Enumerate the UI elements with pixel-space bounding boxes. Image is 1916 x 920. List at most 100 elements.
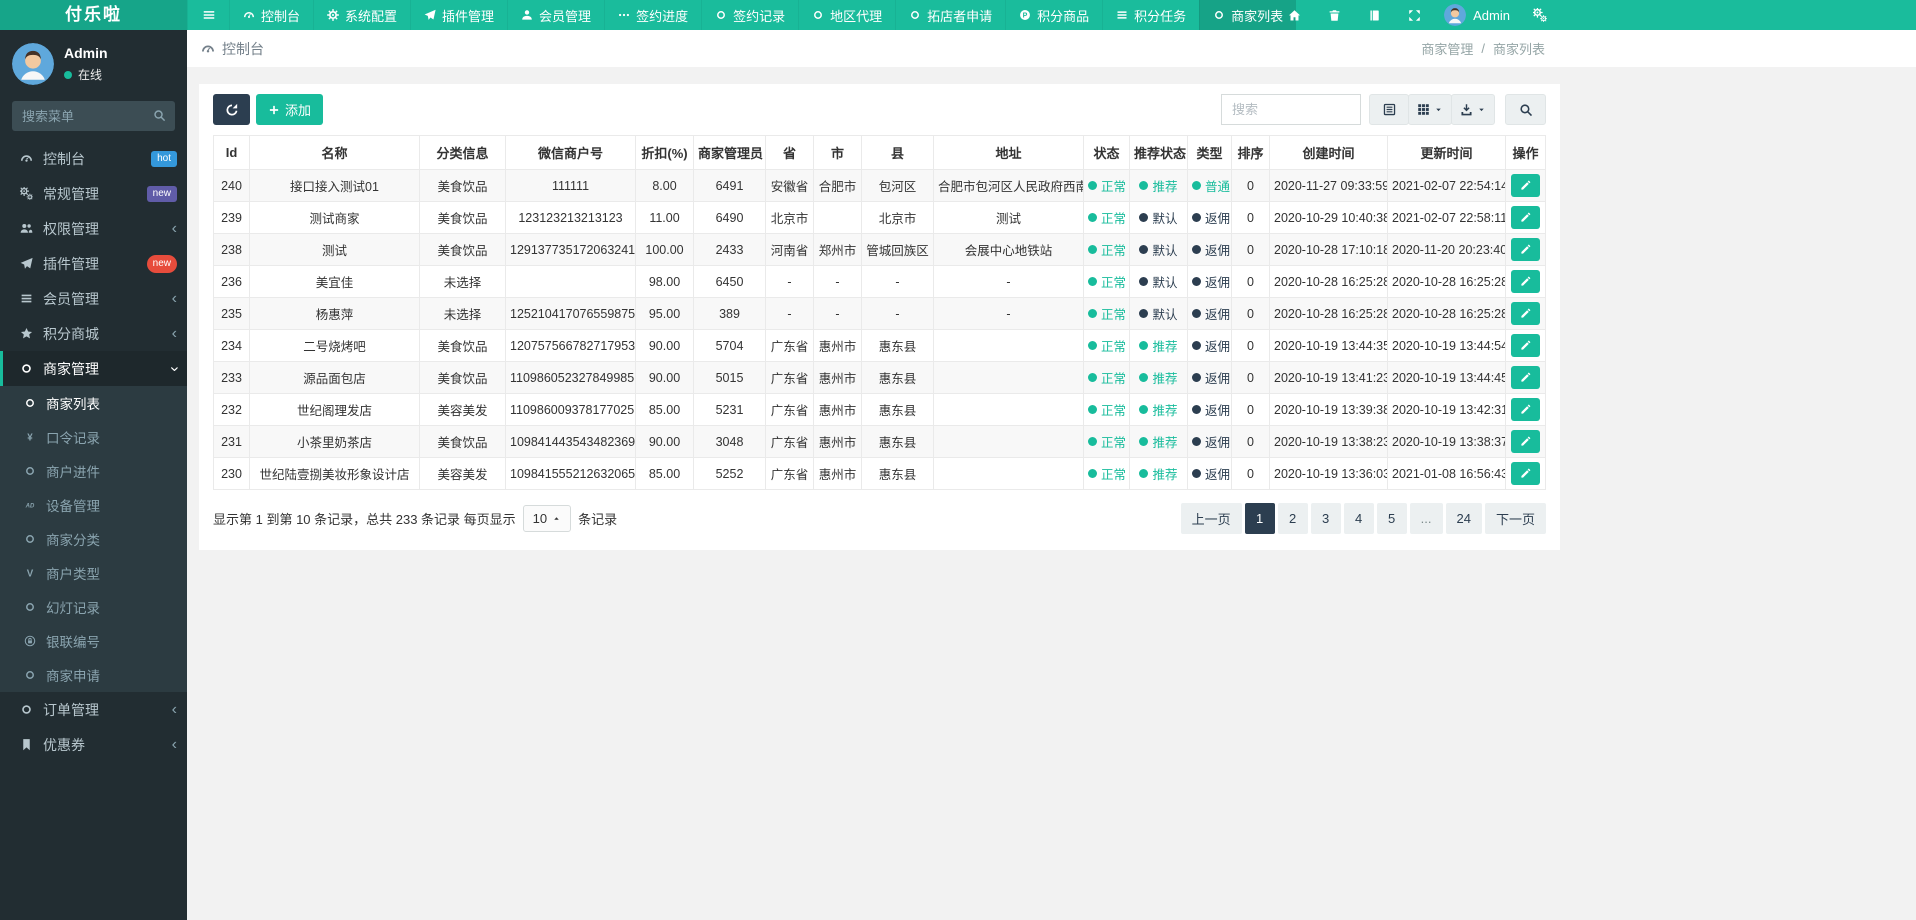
edit-button[interactable]: [1511, 398, 1540, 421]
export-button[interactable]: [1451, 94, 1495, 125]
column-header[interactable]: 类型: [1187, 135, 1232, 170]
sidebar-subitem-1[interactable]: ¥ 口令记录: [0, 420, 187, 454]
nav-item-7[interactable]: 拓店者申请: [895, 0, 1005, 30]
nav-item-3[interactable]: 会员管理: [507, 0, 604, 30]
column-header[interactable]: 更新时间: [1387, 135, 1506, 170]
sidebar-item-1[interactable]: 常规管理 new: [0, 176, 187, 211]
detail-view-button[interactable]: [1369, 94, 1409, 125]
user-icon: [522, 10, 532, 20]
column-header[interactable]: 排序: [1231, 135, 1270, 170]
edit-button[interactable]: [1511, 430, 1540, 453]
sidebar-subitem-0[interactable]: 商家列表: [0, 386, 187, 420]
table-row[interactable]: 239 测试商家 美食饮品 123123213213123 11.00 6490 北京市 北京…: [213, 201, 1546, 234]
column-header[interactable]: 市: [813, 135, 862, 170]
add-button[interactable]: 添加: [256, 94, 324, 125]
column-header[interactable]: 操作: [1505, 135, 1546, 170]
search-button[interactable]: [1505, 94, 1546, 125]
column-header[interactable]: Id: [213, 135, 250, 170]
sidebar-toggle-button[interactable]: [187, 0, 229, 30]
column-header[interactable]: 省: [765, 135, 814, 170]
edit-button[interactable]: [1511, 462, 1540, 485]
column-header[interactable]: 地址: [933, 135, 1084, 170]
prev-page-button[interactable]: 上一页: [1180, 503, 1242, 534]
table-row[interactable]: 236 美宜佳 未选择 98.00 6450- - - - 正常 默认 返佣 0 2020-10-28 …: [213, 265, 1546, 298]
sidebar-subitem-4[interactable]: 商家分类: [0, 522, 187, 556]
column-header[interactable]: 分类信息: [419, 135, 506, 170]
refresh-button[interactable]: [213, 94, 250, 125]
table-row[interactable]: 238 测试 美食饮品 129137735172063241 100.00 2433 河南省…: [213, 233, 1546, 266]
next-page-button[interactable]: 下一页: [1484, 503, 1546, 534]
page-button-5[interactable]: 5: [1376, 503, 1407, 534]
nav-item-1[interactable]: 系统配置: [313, 0, 410, 30]
sidebar-item-4[interactable]: 会员管理 ‹: [0, 281, 187, 316]
page-button-3[interactable]: 3: [1310, 503, 1341, 534]
nav-item-8[interactable]: P 积分商品: [1005, 0, 1102, 30]
page-button-1[interactable]: 1: [1244, 503, 1275, 534]
sidebar-item-0[interactable]: 控制台 hot: [0, 141, 187, 176]
status-dot-icon: [1139, 181, 1149, 190]
home-button[interactable]: [1274, 0, 1314, 30]
table-row[interactable]: 234 二号烧烤吧 美食饮品 120757566782717953 90.00 5704 广…: [213, 329, 1546, 362]
trash-button[interactable]: [1314, 0, 1354, 30]
column-header[interactable]: 创建时间: [1269, 135, 1388, 170]
edit-button[interactable]: [1511, 270, 1540, 293]
column-header[interactable]: 县: [861, 135, 934, 170]
nav-item-0[interactable]: 控制台: [229, 0, 313, 30]
edit-button[interactable]: [1511, 206, 1540, 229]
sidebar-item-8[interactable]: 优惠券 ‹: [0, 727, 187, 762]
status-dot-icon: [1139, 245, 1149, 254]
expand-button[interactable]: [1394, 0, 1434, 30]
columns-button[interactable]: [1408, 94, 1452, 125]
sidebar-subitem-8[interactable]: 商家申请: [0, 658, 187, 692]
sidebar-submenu: 商家列表 ¥ 口令记录 商户进件 AD 设备管理 商家分类 V 商户类型 幻灯记录 银联编号 商家申请: [0, 386, 187, 692]
nav-item-4[interactable]: 签约进度: [604, 0, 701, 30]
sidebar-search-input[interactable]: [12, 101, 175, 131]
sidebar: Admin 在线 控制台hot常规管理new权限管理‹插件管理new会员管理‹积…: [0, 30, 187, 920]
edit-button[interactable]: [1511, 366, 1540, 389]
sidebar-item-5[interactable]: 积分商城 ‹: [0, 316, 187, 351]
sidebar-subitem-2[interactable]: 商户进件: [0, 454, 187, 488]
page-button-2[interactable]: 2: [1277, 503, 1308, 534]
sidebar-item-6[interactable]: 商家管理 ‹: [0, 351, 187, 386]
sidebar-subitem-6[interactable]: 幻灯记录: [0, 590, 187, 624]
table-row[interactable]: 230 世纪陆壹捌美妆形象设计店 美容美发 109841555212632065 85.…: [213, 457, 1546, 490]
table-row[interactable]: 240 接口接入测试01 美食饮品 111111 8.00 6491 安徽省 合肥市 包河区 合肥…: [213, 169, 1546, 202]
table-row[interactable]: 235 杨惠萍 未选择 125210417076559875 95.00 389- - - - 正…: [213, 297, 1546, 330]
page-button-24[interactable]: 24: [1445, 503, 1482, 534]
table-row[interactable]: 231 小茶里奶茶店 美食饮品 109841443543482369 90.00 3048…: [213, 425, 1546, 458]
column-header[interactable]: 微信商户号: [505, 135, 636, 170]
edit-button[interactable]: [1511, 334, 1540, 357]
page-button-4[interactable]: 4: [1343, 503, 1374, 534]
nav-item-9[interactable]: 积分任务: [1102, 0, 1199, 30]
edit-button[interactable]: [1511, 302, 1540, 325]
table-row[interactable]: 233 源品面包店 美食饮品 110986052327849985 90.00 5015 广…: [213, 361, 1546, 394]
column-header[interactable]: 状态: [1083, 135, 1130, 170]
sidebar-subitem-3[interactable]: AD 设备管理: [0, 488, 187, 522]
nav-item-5[interactable]: 签约记录: [701, 0, 798, 30]
sidebar-item-7[interactable]: 订单管理 ‹: [0, 692, 187, 727]
column-header[interactable]: 名称: [249, 135, 420, 170]
table-row[interactable]: 232 世纪阁理发店 美容美发 110986009378177025 85.00 5231…: [213, 393, 1546, 426]
nav-item-2[interactable]: 插件管理: [410, 0, 507, 30]
user-menu[interactable]: Admin: [1434, 4, 1520, 26]
sidebar-item-3[interactable]: 插件管理 new: [0, 246, 187, 281]
sidebar-item-2[interactable]: 权限管理 ‹: [0, 211, 187, 246]
search-icon[interactable]: [153, 109, 166, 122]
column-header[interactable]: 折扣(%): [635, 135, 694, 170]
breadcrumb-parent[interactable]: 商家管理: [1421, 39, 1473, 58]
sidebar-subitem-5[interactable]: V 商户类型: [0, 556, 187, 590]
page-size-select[interactable]: 10: [522, 505, 572, 532]
page-button-...[interactable]: ...: [1409, 503, 1443, 534]
circle-icon: [814, 11, 823, 19]
nav-item-6[interactable]: 地区代理: [798, 0, 895, 30]
table-search-input[interactable]: [1221, 94, 1361, 125]
column-header[interactable]: 商家管理员: [693, 135, 766, 170]
settings-button[interactable]: [1520, 0, 1560, 30]
book-button[interactable]: [1354, 0, 1394, 30]
edit-button[interactable]: [1511, 174, 1540, 197]
brand-logo[interactable]: 付乐啦: [0, 0, 187, 30]
sidebar-subitem-7[interactable]: 银联编号: [0, 624, 187, 658]
status-badge: 正常: [1088, 464, 1126, 483]
edit-button[interactable]: [1511, 238, 1540, 261]
column-header[interactable]: 推荐状态: [1129, 135, 1188, 170]
